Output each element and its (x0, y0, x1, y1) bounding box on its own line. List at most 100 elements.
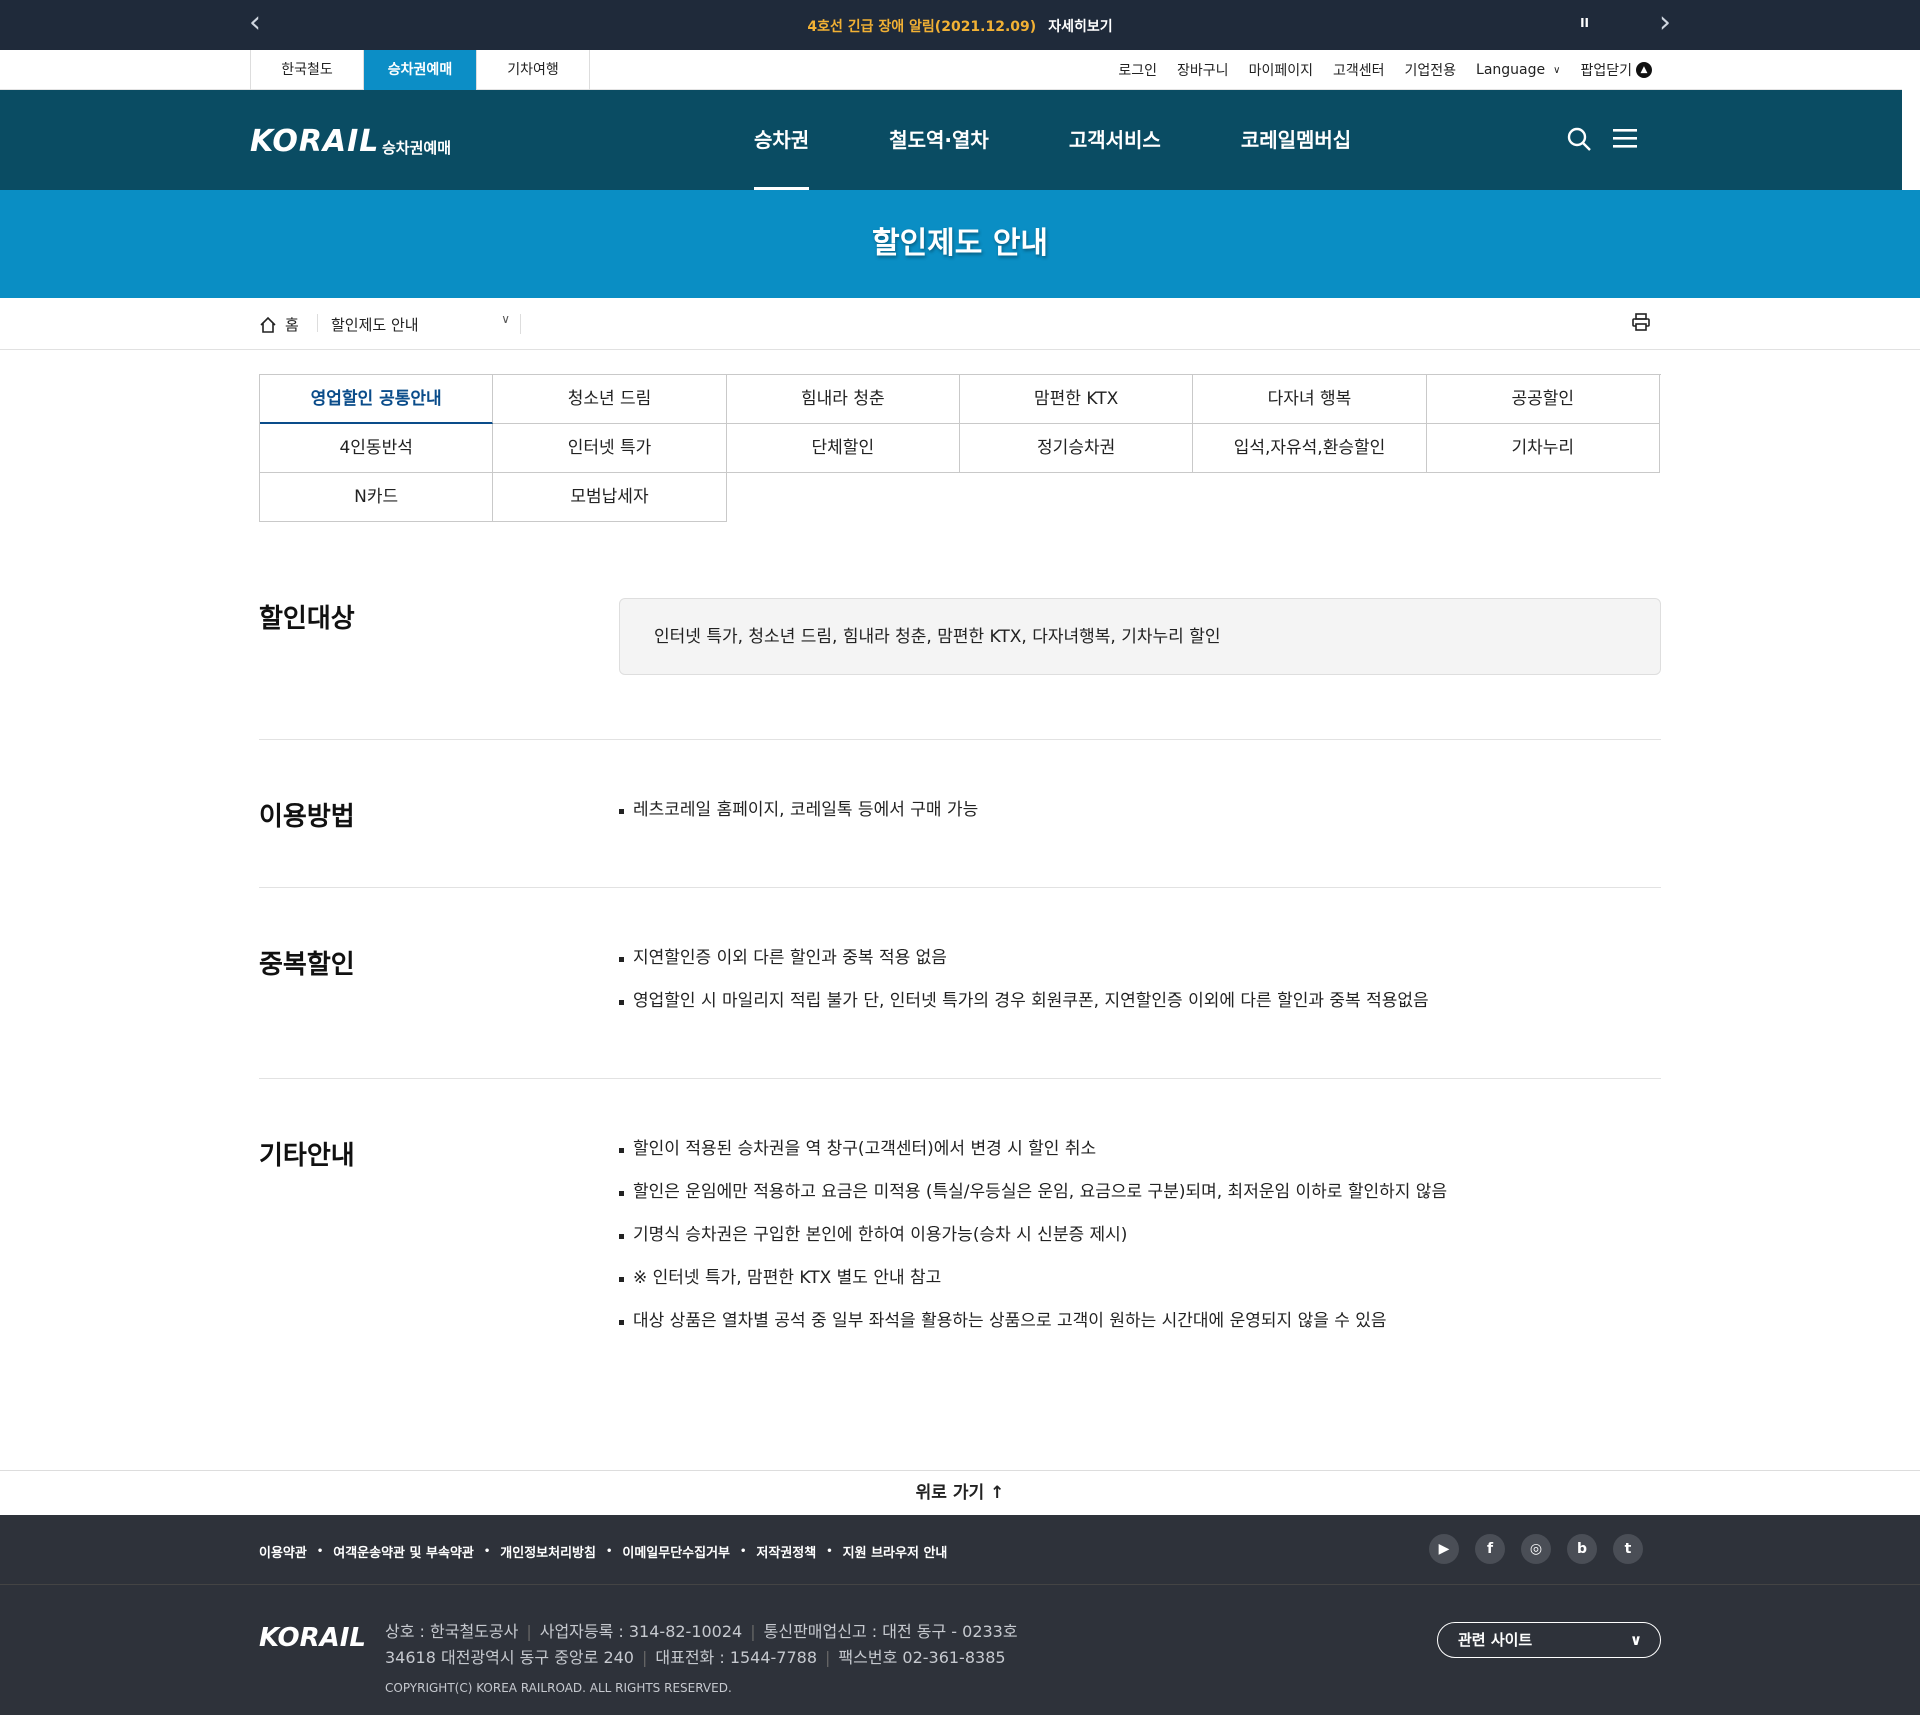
tab-four-seat[interactable]: 4인동반석 (260, 424, 494, 473)
tab-youth-dream[interactable]: 청소년 드림 (493, 375, 727, 424)
tab-internet-special[interactable]: 인터넷 특가 (493, 424, 727, 473)
notice-message[interactable]: 4호선 긴급 장애 알림(2021.12.09) (807, 19, 1036, 35)
footer-link-browser-guide[interactable]: 지원 브라우저 안내 (843, 1542, 948, 1561)
list-item: 영업할인 시 마일리지 적립 불가 단, 인터넷 특가의 경우 회원쿠폰, 지연… (619, 980, 1429, 1023)
menu-icon[interactable] (1612, 126, 1638, 152)
tab-public-discount[interactable]: 공공할인 (1426, 375, 1660, 424)
facebook-icon[interactable]: f (1475, 1534, 1505, 1564)
footer-link-copyright-policy[interactable]: 저작권정책 (756, 1542, 816, 1561)
footer-links: 이용약관 • 여객운송약관 및 부속약관 • 개인정보처리방침 • 이메일무단수집거부… (259, 1542, 947, 1561)
tab-youth-cheer[interactable]: 힘내라 청춘 (726, 375, 960, 424)
popup-close-button[interactable]: 팝업닫기 ▲ (1580, 60, 1652, 80)
list-item: 대상 상품은 열차별 공석 중 일부 좌석을 활용하는 상품으로 고객이 원하는… (619, 1300, 1447, 1343)
tab-mom-ktx[interactable]: 맘편한 KTX (959, 375, 1194, 424)
corporate-link[interactable]: 기업전용 (1405, 60, 1457, 80)
youtube-icon[interactable]: ▶ (1429, 1534, 1459, 1564)
copyright: COPYRIGHT(C) KOREA RAILROAD. ALL RIGHTS … (385, 1681, 732, 1695)
tab-season-ticket[interactable]: 정기승차권 (959, 424, 1194, 473)
instagram-icon[interactable]: ◎ (1521, 1534, 1551, 1564)
language-select[interactable]: Language ∨ (1476, 62, 1560, 78)
tab-standing-free-transfer[interactable]: 입석,자유석,환승할인 (1193, 424, 1427, 473)
notice-next-icon[interactable]: › (1659, 8, 1671, 38)
notice-text[interactable]: 4호선 긴급 장애 알림(2021.12.09) 자세히보기 (259, 16, 1661, 36)
logo-subtitle: 승차권예매 (382, 139, 452, 157)
site-tab-korail[interactable]: 한국철도 (251, 50, 364, 90)
related-sites-label: 관련 사이트 (1458, 1631, 1533, 1649)
site-tabs: 한국철도 승차권예매 기차여행 (250, 50, 590, 90)
home-icon (260, 316, 276, 333)
korail-logo[interactable]: KORAIL (250, 124, 379, 159)
section-title: 할인대상 (259, 604, 355, 634)
mypage-link[interactable]: 마이페이지 (1249, 60, 1313, 80)
breadcrumb-home-label: 홈 (285, 316, 299, 334)
notice-bar: ‹ 4호선 긴급 장애 알림(2021.12.09) 자세히보기 II › (0, 0, 1920, 50)
list-item: 기명식 승차권은 구입한 본인에 한하여 이용가능(승차 시 신분증 제시) (619, 1214, 1447, 1257)
list-item: ※ 인터넷 특가, 맘편한 KTX 별도 안내 참고 (619, 1257, 1447, 1300)
tab-multi-child[interactable]: 다자녀 행복 (1193, 375, 1427, 424)
tab-taxpayer[interactable]: 모범납세자 (493, 473, 727, 522)
separator-dot: • (605, 1546, 613, 1557)
breadcrumb-current-select[interactable]: 할인제도 안내 ∨ (331, 312, 521, 334)
list-item: 레츠코레일 홈페이지, 코레일톡 등에서 구매 가능 (619, 789, 978, 832)
info-address: 34618 대전광역시 동구 중앙로 240 (385, 1648, 634, 1667)
footer-logo: KORAIL (259, 1623, 366, 1653)
breadcrumb-current-label: 할인제도 안내 (331, 316, 419, 334)
related-sites-select[interactable]: 관련 사이트 ∨ (1437, 1622, 1661, 1658)
popup-close-label: 팝업닫기 (1580, 63, 1632, 79)
separator-dot: • (483, 1546, 491, 1557)
menu-customer-service[interactable]: 고객서비스 (1029, 90, 1201, 190)
info-sales-report: 통신판매업신고 : 대전 동구 - 0233호 (763, 1622, 1018, 1641)
section-etc: 기타안내 할인이 적용된 승차권을 역 창구(고객센터)에서 변경 시 할인 취… (259, 1079, 1661, 1359)
menu-ticket[interactable]: 승차권 (714, 90, 849, 190)
breadcrumb: 홈 할인제도 안내 ∨ (0, 298, 1920, 350)
tab-n-card[interactable]: N카드 (260, 473, 494, 522)
usage-list: 레츠코레일 홈페이지, 코레일톡 등에서 구매 가능 (619, 789, 978, 832)
separator-dot: • (826, 1546, 833, 1557)
breadcrumb-home[interactable]: 홈 (259, 314, 299, 335)
section-usage: 이용방법 레츠코레일 홈페이지, 코레일톡 등에서 구매 가능 (259, 740, 1661, 888)
back-to-top-button[interactable]: 위로 가기 ↑ (0, 1470, 1920, 1515)
section-title: 이용방법 (259, 802, 355, 832)
menu-station-train[interactable]: 철도역·열차 (849, 90, 1029, 190)
list-item: 할인은 운임에만 적용하고 요금은 미적용 (특실/우등실은 운임, 요금으로 … (619, 1171, 1447, 1214)
target-box: 인터넷 특가, 청소년 드림, 힘내라 청춘, 맘편한 KTX, 다자녀행복, … (619, 598, 1661, 675)
sub-visual: 할인제도 안내 (0, 190, 1920, 298)
global-nav: KORAIL 승차권예매 승차권 철도역·열차 고객서비스 코레일멤버십 (0, 90, 1902, 190)
etc-list: 할인이 적용된 승차권을 역 창구(고객센터)에서 변경 시 할인 취소 할인은… (619, 1128, 1447, 1343)
twitter-icon[interactable]: t (1613, 1534, 1643, 1564)
menu-membership[interactable]: 코레일멤버십 (1201, 90, 1391, 190)
footer-link-terms[interactable]: 이용약관 (259, 1542, 307, 1561)
tab-group-discount[interactable]: 단체할인 (726, 424, 960, 473)
login-link[interactable]: 로그인 (1118, 60, 1157, 80)
chevron-down-icon: ∨ (1553, 64, 1561, 76)
tab-common-guide[interactable]: 영업할인 공통안내 (260, 375, 494, 424)
chevron-down-icon: ∨ (1629, 1631, 1642, 1649)
info-business-number: 사업자등록 : 314-82-10024 (539, 1622, 743, 1641)
notice-more-link[interactable]: 자세히보기 (1048, 19, 1112, 35)
chevron-down-icon: ∨ (501, 312, 510, 326)
footer-link-transport-terms[interactable]: 여객운송약관 및 부속약관 (333, 1542, 474, 1561)
footer-link-email-refusal[interactable]: 이메일무단수집거부 (622, 1542, 730, 1561)
chevron-up-icon: ▲ (1636, 62, 1652, 78)
tab-gichanuri[interactable]: 기차누리 (1426, 424, 1660, 473)
footer-info: KORAIL 상호 : 한국철도공사 | 사업자등록 : 314-82-10024 |… (0, 1585, 1920, 1715)
duplicate-list: 지연할인증 이외 다른 할인과 중복 적용 없음 영업할인 시 마일리지 적립 … (619, 937, 1429, 1023)
cart-link[interactable]: 장바구니 (1177, 60, 1229, 80)
site-tab-ticket[interactable]: 승차권예매 (364, 50, 477, 90)
info-company: 상호 : 한국철도공사 (385, 1622, 519, 1641)
utility-links: 로그인 장바구니 마이페이지 고객센터 기업전용 Language ∨ 팝업닫기 ▲ (1118, 50, 1652, 90)
section-title: 중복할인 (259, 950, 355, 980)
info-fax: 팩스번호 02-361-8385 (838, 1648, 1006, 1667)
separator-dot: • (316, 1546, 324, 1557)
site-tab-travel[interactable]: 기차여행 (477, 50, 590, 90)
list-item: 할인이 적용된 승차권을 역 창구(고객센터)에서 변경 시 할인 취소 (619, 1128, 1447, 1171)
footer-links-bar: 이용약관 • 여객운송약관 및 부속약관 • 개인정보처리방침 • 이메일무단수집거부… (0, 1515, 1920, 1585)
print-icon[interactable] (1631, 312, 1651, 337)
language-label: Language (1476, 62, 1546, 78)
blog-icon[interactable]: b (1567, 1534, 1597, 1564)
footer-link-privacy[interactable]: 개인정보처리방침 (500, 1542, 596, 1561)
notice-pause-button[interactable]: II (1580, 16, 1589, 30)
customer-center-link[interactable]: 고객센터 (1333, 60, 1385, 80)
search-icon[interactable] (1566, 126, 1592, 152)
list-item: 지연할인증 이외 다른 할인과 중복 적용 없음 (619, 937, 1429, 980)
